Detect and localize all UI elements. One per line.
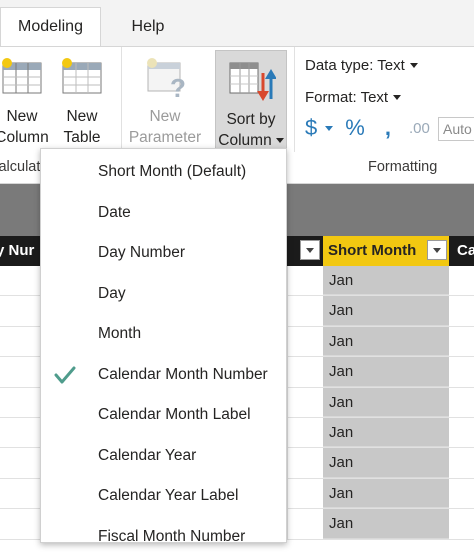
- new-column-label-2: Column: [0, 129, 49, 146]
- menu-item-month[interactable]: Month: [41, 314, 286, 354]
- menu-item-calendar-month-label[interactable]: Calendar Month Label: [41, 395, 286, 435]
- menu-item-label: Short Month (Default): [98, 163, 247, 180]
- percent-button[interactable]: %: [345, 115, 365, 141]
- currency-button[interactable]: $: [305, 115, 317, 141]
- auto-decimal-field[interactable]: Auto: [438, 117, 474, 141]
- short-month-filter-button[interactable]: [427, 240, 447, 260]
- column-divider: [287, 509, 288, 539]
- new-column-icon: [2, 58, 42, 94]
- menu-item-label: Calendar Month Number: [98, 365, 268, 383]
- column-divider: [287, 387, 288, 417]
- column-divider: [287, 478, 288, 509]
- comma-button[interactable]: ,: [385, 115, 391, 141]
- menu-item-calendar-year-label[interactable]: Calendar Year Label: [41, 476, 286, 516]
- sort-by-column-icon: [229, 62, 276, 101]
- chevron-down-icon[interactable]: [325, 125, 334, 131]
- column-divider: [287, 326, 288, 357]
- new-column-label-1: New: [6, 108, 38, 125]
- column-divider: [287, 357, 288, 387]
- short-month-header-label: Short Month: [328, 242, 417, 259]
- sort-by-column-button[interactable]: Sort by Column: [215, 50, 287, 152]
- column-divider: [287, 266, 288, 296]
- tab-help-label: Help: [131, 17, 165, 35]
- column-divider: [287, 418, 288, 448]
- new-table-icon: [62, 58, 102, 94]
- tab-modeling-label: Modeling: [18, 18, 83, 35]
- ribbon-separator: [294, 47, 295, 152]
- format-label: Format: Text: [305, 89, 389, 106]
- new-table-label-1: New: [66, 108, 98, 125]
- new-column-button[interactable]: New Column: [0, 47, 50, 147]
- menu-item-fiscal-month-number[interactable]: Fiscal Month Number: [41, 517, 286, 557]
- auto-decimal-value: Auto: [443, 121, 472, 137]
- menu-item-label: Fiscal Month Number: [98, 527, 246, 545]
- tab-help[interactable]: Help: [104, 7, 192, 46]
- menu-item-label: Date: [98, 203, 131, 221]
- chevron-down-icon: [275, 138, 284, 144]
- column-divider: [287, 448, 288, 478]
- short-month-cell[interactable]: Jan: [323, 296, 449, 326]
- menu-item-day[interactable]: Day: [41, 274, 286, 314]
- short-month-cell[interactable]: Jan: [323, 448, 449, 478]
- column-divider: [287, 296, 288, 326]
- menu-item-calendar-month-number[interactable]: Calendar Month Number: [41, 355, 286, 395]
- format-dropdown[interactable]: Format: Text: [305, 89, 402, 106]
- sort-by-column-label-2-text: Column: [218, 132, 272, 149]
- sort-by-column-menu: Short Month (Default) Date Day Number Da…: [40, 148, 287, 545]
- checkmark-icon: [54, 366, 76, 383]
- data-type-label: Data type: Text: [305, 57, 405, 74]
- new-parameter-icon: ?: [147, 58, 186, 101]
- menu-item-day-number[interactable]: Day Number: [41, 233, 286, 273]
- column-header-short-month[interactable]: Short Month: [323, 236, 449, 266]
- ribbon-separator: [121, 47, 122, 152]
- svg-text:?: ?: [170, 73, 186, 101]
- column-header-day-number[interactable]: y Nur: [0, 236, 34, 266]
- menu-item-label: Day: [98, 284, 126, 302]
- new-parameter-label-2: Parameter: [128, 129, 202, 146]
- menu-item-label: Calendar Month Label: [98, 406, 251, 423]
- sort-by-column-label-1: Sort by: [226, 111, 276, 128]
- menu-item-label: Month: [98, 325, 142, 342]
- data-type-dropdown[interactable]: Data type: Text: [305, 57, 418, 74]
- short-month-cell[interactable]: Jan: [323, 478, 449, 509]
- short-month-cell[interactable]: Jan: [323, 418, 449, 448]
- column-filter-button[interactable]: [300, 240, 320, 260]
- short-month-cell[interactable]: Jan: [323, 266, 449, 296]
- menu-item-label: Calendar Year: [98, 446, 197, 464]
- decimal-button[interactable]: .00: [409, 120, 430, 137]
- short-month-cell[interactable]: Jan: [323, 387, 449, 417]
- new-table-label-2: Table: [63, 129, 101, 146]
- column-header-next[interactable]: Ca: [457, 236, 474, 266]
- menu-item-calendar-year[interactable]: Calendar Year: [41, 436, 286, 476]
- ribbon-tab-bar: Modeling Help: [0, 0, 474, 46]
- chevron-down-icon: [393, 95, 402, 100]
- menu-item-label: Day Number: [98, 244, 185, 261]
- short-month-cell[interactable]: Jan: [323, 509, 449, 539]
- short-month-cell[interactable]: Jan: [323, 326, 449, 357]
- menu-item-short-month-default[interactable]: Short Month (Default): [41, 152, 286, 192]
- number-format-row: $ % , .00: [305, 115, 430, 141]
- chevron-down-icon: [409, 63, 418, 68]
- new-parameter-label-1: New: [149, 108, 181, 125]
- short-month-cell[interactable]: Jan: [323, 357, 449, 387]
- new-parameter-button[interactable]: ? New Parameter: [124, 47, 206, 147]
- menu-item-label: Calendar Year Label: [98, 487, 239, 504]
- new-table-button[interactable]: New Table: [56, 47, 108, 147]
- menu-item-date[interactable]: Date: [41, 193, 286, 233]
- formatting-group-label: Formatting: [368, 159, 438, 175]
- tab-modeling[interactable]: Modeling: [0, 7, 101, 46]
